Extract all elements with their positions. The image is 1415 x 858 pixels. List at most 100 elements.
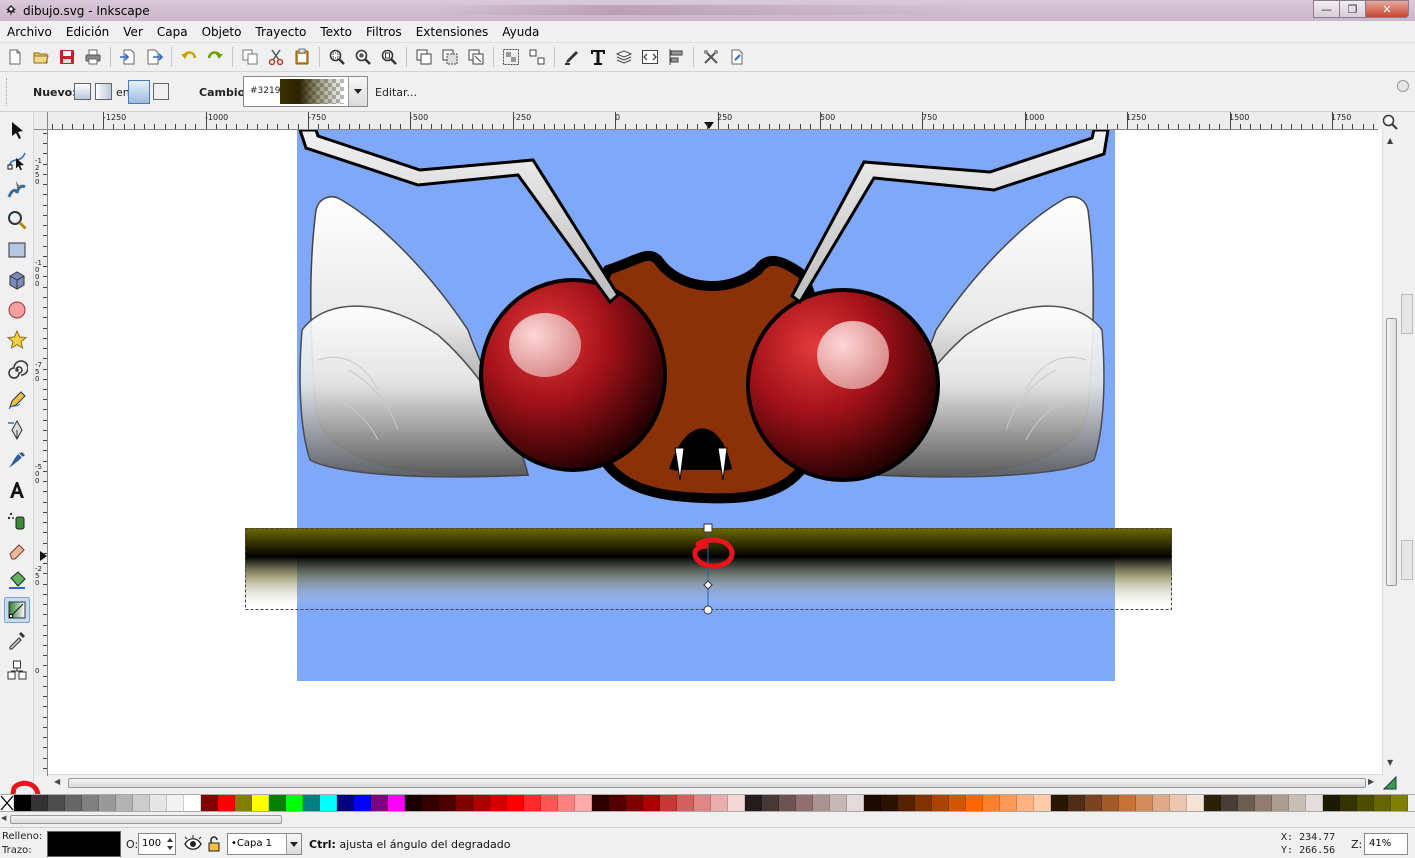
zoom-drawing-icon[interactable] <box>352 46 374 68</box>
palette-swatch[interactable] <box>864 795 881 811</box>
palette-swatch[interactable] <box>167 795 184 811</box>
align-icon[interactable] <box>665 46 687 68</box>
copy-icon[interactable] <box>239 46 261 68</box>
palette-swatch[interactable] <box>286 795 303 811</box>
duplicate-icon[interactable] <box>413 46 435 68</box>
scroll-left-icon[interactable]: ◀ <box>54 777 60 786</box>
ellipse-tool-icon[interactable] <box>4 297 30 323</box>
eraser-tool-icon[interactable] <box>4 537 30 563</box>
palette-swatch[interactable] <box>915 795 932 811</box>
import-icon[interactable] <box>117 46 139 68</box>
xml-editor-icon[interactable] <box>639 46 661 68</box>
palette-swatch[interactable] <box>48 795 65 811</box>
palette-swatch[interactable] <box>1340 795 1357 811</box>
palette-swatch[interactable] <box>932 795 949 811</box>
opacity-spinner-icon[interactable] <box>165 834 175 854</box>
palette-swatch[interactable] <box>1357 795 1374 811</box>
palette-swatch[interactable] <box>116 795 133 811</box>
palette-swatch[interactable] <box>966 795 983 811</box>
dropper-tool-icon[interactable] <box>4 627 30 653</box>
ungroup-icon[interactable] <box>526 46 548 68</box>
palette-swatch[interactable] <box>14 795 31 811</box>
vertical-scrollbar[interactable]: ▲ ▼ <box>1382 130 1399 774</box>
clone-icon[interactable] <box>439 46 461 68</box>
palette-swatch[interactable] <box>371 795 388 811</box>
palette-swatch[interactable] <box>677 795 694 811</box>
horizontal-scroll-thumb[interactable] <box>68 778 1366 788</box>
paste-icon[interactable] <box>291 46 313 68</box>
palette-swatch[interactable] <box>1102 795 1119 811</box>
layer-select[interactable]: •Capa 1 <box>227 833 302 855</box>
chevron-down-icon[interactable] <box>286 834 301 854</box>
menu-extensiones[interactable]: Extensiones <box>409 25 496 39</box>
palette-swatch[interactable] <box>320 795 337 811</box>
apply-to-stroke-button[interactable] <box>153 83 169 100</box>
more-options-icon[interactable] <box>1397 80 1409 92</box>
fill-stroke-icon[interactable] <box>561 46 583 68</box>
new-radial-gradient-button[interactable] <box>95 83 112 100</box>
palette-swatch[interactable] <box>1204 795 1221 811</box>
palette-swatch[interactable] <box>592 795 609 811</box>
palette-swatch[interactable] <box>694 795 711 811</box>
menu-archivo[interactable]: Archivo <box>0 25 59 39</box>
palette-swatch[interactable] <box>1136 795 1153 811</box>
export-icon[interactable] <box>143 46 165 68</box>
palette-swatch[interactable] <box>99 795 116 811</box>
scroll-right-icon[interactable]: ▶ <box>1368 777 1374 786</box>
vertical-scroll-thumb[interactable] <box>1386 318 1397 586</box>
palette-swatch[interactable] <box>473 795 490 811</box>
horizontal-scrollbar[interactable]: ◀ ▶ <box>48 774 1382 790</box>
palette-swatch[interactable] <box>558 795 575 811</box>
palette-swatch[interactable] <box>626 795 643 811</box>
palette-swatch[interactable] <box>745 795 762 811</box>
palette-scroll-thumb[interactable] <box>10 815 282 824</box>
palette-scrollbar[interactable]: ◀ <box>0 813 290 827</box>
palette-swatch[interactable] <box>813 795 830 811</box>
dock-handle[interactable] <box>1401 294 1413 334</box>
palette-swatch[interactable] <box>184 795 201 811</box>
zoom-page-icon[interactable] <box>378 46 400 68</box>
horizontal-ruler[interactable]: -1250 -1000 -750 -500 -250 0 250 500 750… <box>48 112 1378 130</box>
palette-swatch[interactable] <box>660 795 677 811</box>
group-icon[interactable] <box>500 46 522 68</box>
palette-swatch[interactable] <box>1221 795 1238 811</box>
close-button[interactable]: ✕ <box>1365 0 1409 18</box>
palette-swatch[interactable] <box>31 795 48 811</box>
palette-swatch[interactable] <box>439 795 456 811</box>
palette-swatch[interactable] <box>133 795 150 811</box>
palette-swatch[interactable] <box>303 795 320 811</box>
scroll-left-icon[interactable]: ◀ <box>1 814 6 822</box>
palette-swatch[interactable] <box>218 795 235 811</box>
palette-swatch[interactable] <box>388 795 405 811</box>
chevron-down-icon[interactable] <box>348 77 367 106</box>
palette-swatch[interactable] <box>1085 795 1102 811</box>
text-tool-icon[interactable] <box>4 477 30 503</box>
palette-swatch[interactable] <box>830 795 847 811</box>
palette-swatch[interactable] <box>1153 795 1170 811</box>
palette-swatch[interactable] <box>269 795 286 811</box>
palette-swatch[interactable] <box>82 795 99 811</box>
palette-swatch[interactable] <box>609 795 626 811</box>
color-manage-icon[interactable] <box>1382 775 1399 791</box>
preferences-icon[interactable] <box>700 46 722 68</box>
palette-swatch[interactable] <box>490 795 507 811</box>
pencil-tool-icon[interactable] <box>4 387 30 413</box>
palette-swatch[interactable] <box>65 795 82 811</box>
scroll-up-icon[interactable]: ▲ <box>1387 136 1393 145</box>
palette-swatch[interactable] <box>643 795 660 811</box>
document-properties-icon[interactable] <box>726 46 748 68</box>
palette-swatch[interactable] <box>150 795 167 811</box>
gradient-start-handle[interactable] <box>703 523 713 533</box>
palette-swatch[interactable] <box>711 795 728 811</box>
selector-tool-icon[interactable] <box>4 117 30 143</box>
palette-swatch[interactable] <box>881 795 898 811</box>
lock-icon[interactable] <box>207 835 221 853</box>
vertical-ruler[interactable]: -1250 -1000 -750 -500 -250 0 <box>34 130 48 776</box>
palette-swatch[interactable] <box>354 795 371 811</box>
gradient-select[interactable]: #3219 <box>243 76 368 107</box>
menu-objeto[interactable]: Objeto <box>195 25 249 39</box>
palette-swatch[interactable] <box>762 795 779 811</box>
palette-swatch[interactable] <box>983 795 1000 811</box>
palette-swatch[interactable] <box>252 795 269 811</box>
menu-capa[interactable]: Capa <box>150 25 195 39</box>
